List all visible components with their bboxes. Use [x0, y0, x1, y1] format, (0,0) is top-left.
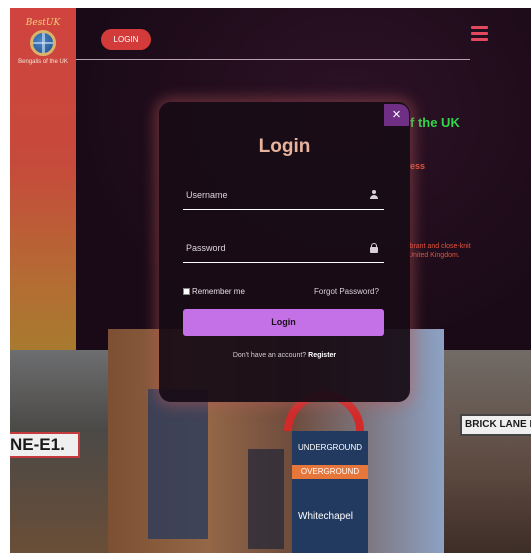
street-sign: NE-E1. — [10, 432, 80, 458]
globe-icon — [30, 30, 56, 56]
underground-sign: UNDERGROUND OVERGROUND Whitechapel — [292, 431, 368, 553]
ug-band-mid: OVERGROUND — [292, 465, 368, 479]
password-placeholder: Password — [186, 243, 226, 253]
username-placeholder: Username — [186, 190, 228, 200]
menu-icon[interactable] — [471, 26, 488, 41]
register-prompt: Don't have an account? Register — [159, 352, 410, 359]
logo-subtitle: Bengalis of the UK — [18, 59, 68, 65]
register-link[interactable]: Register — [308, 352, 336, 359]
hero-title: f the UK — [410, 115, 460, 130]
hero-text-line: United Kingdom. — [408, 252, 460, 259]
photo-brick-lane: BRICK LANE E — [444, 350, 531, 553]
password-field[interactable]: Password — [183, 235, 384, 263]
sidebar: BestUK Bengalis of the UK — [10, 8, 76, 353]
remember-label: Remember me — [192, 287, 245, 296]
login-submit-button[interactable]: Login — [183, 309, 384, 336]
ug-station: Whitechapel — [298, 511, 354, 522]
remember-checkbox[interactable] — [183, 288, 190, 295]
hero-text: ibrant and close-knit United Kingdom. — [408, 242, 471, 260]
modal-title: Login — [258, 136, 311, 157]
forgot-password-link[interactable]: Forgot Password? — [314, 287, 379, 296]
user-icon — [370, 190, 378, 200]
register-prompt-text: Don't have an account? — [232, 352, 307, 359]
header-login-button[interactable]: LOGIN — [101, 29, 151, 50]
header-divider — [76, 59, 470, 60]
photo-street-sign: NE-E1. — [10, 350, 110, 553]
hero-subtitle: ess — [410, 161, 426, 171]
username-field[interactable]: Username — [183, 182, 384, 210]
brick-lane-sign: BRICK LANE E — [460, 414, 531, 436]
page-stage: BestUK Bengalis of the UK LOGIN f the UK… — [10, 8, 531, 553]
logo-title: BestUK — [25, 18, 61, 28]
close-button[interactable]: × — [384, 104, 409, 126]
remember-me[interactable]: Remember me — [183, 287, 245, 296]
lock-icon — [370, 243, 378, 253]
brand-logo[interactable]: BestUK Bengalis of the UK — [10, 18, 76, 65]
hero-text-line: ibrant and close-knit — [408, 243, 471, 250]
ug-band-top: UNDERGROUND — [298, 443, 362, 452]
